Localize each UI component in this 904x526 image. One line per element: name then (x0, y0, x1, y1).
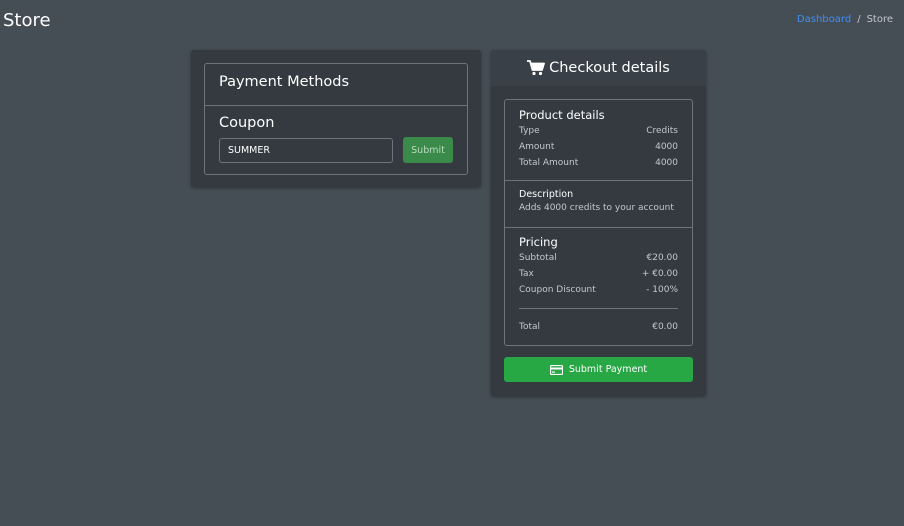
pricing-total-label: Total (519, 322, 541, 332)
payment-methods-box: Payment Methods Coupon Submit (204, 63, 468, 175)
product-details-title: Product details (519, 108, 605, 122)
pricing-row-total: Total €0.00 (519, 319, 678, 335)
pricing-row-label: Subtotal (519, 253, 557, 263)
page-title: Store (3, 10, 51, 31)
pricing-title: Pricing (519, 235, 558, 249)
pricing-total-value: €0.00 (652, 322, 678, 332)
checkout-details-card: Checkout details Product details Type Cr… (491, 50, 706, 396)
breadcrumb-separator: / (857, 14, 861, 25)
product-row-label: Amount (519, 142, 555, 152)
pricing-divider (519, 308, 678, 309)
description-text: Adds 4000 credits to your account (519, 203, 674, 213)
pricing-row-subtotal: Subtotal €20.00 (519, 250, 678, 266)
product-row-amount: Amount 4000 (519, 139, 678, 155)
pricing-row-value: €20.00 (646, 253, 679, 263)
submit-payment-button[interactable]: Submit Payment (504, 357, 693, 382)
page-header: Store Dashboard / Store (0, 0, 904, 46)
description-title: Description (519, 189, 574, 200)
credit-card-icon (549, 364, 563, 375)
breadcrumb: Dashboard / Store (797, 14, 893, 25)
product-details-section: Product details Type Credits Amount 4000… (505, 100, 692, 181)
checkout-header: Checkout details (491, 50, 706, 86)
coupon-submit-button[interactable]: Submit (403, 137, 453, 163)
pricing-row-tax: Tax + €0.00 (519, 266, 678, 282)
product-row-label: Total Amount (519, 158, 579, 168)
pricing-row-label: Tax (519, 269, 534, 279)
submit-payment-label: Submit Payment (568, 364, 648, 375)
breadcrumb-current: Store (866, 14, 893, 25)
coupon-section: Coupon Submit (205, 106, 467, 163)
product-row-value: 4000 (655, 158, 678, 168)
pricing-row-value: - 100% (646, 285, 678, 295)
checkout-title: Checkout details (549, 60, 670, 76)
product-row-value: 4000 (655, 142, 678, 152)
pricing-section: Pricing Subtotal €20.00 Tax + €0.00 Coup… (505, 228, 692, 335)
pricing-row-coupon-discount: Coupon Discount - 100% (519, 282, 678, 298)
product-row-total-amount: Total Amount 4000 (519, 155, 678, 171)
payment-methods-card: Payment Methods Coupon Submit (191, 50, 481, 187)
pricing-row-value: + €0.00 (641, 269, 678, 279)
product-row-type: Type Credits (519, 123, 678, 139)
coupon-row: Submit (219, 137, 453, 163)
product-row-value: Credits (646, 126, 678, 136)
payment-methods-title: Payment Methods (205, 64, 467, 106)
shopping-cart-icon (527, 60, 546, 76)
pricing-row-label: Coupon Discount (519, 285, 596, 295)
coupon-label: Coupon (219, 115, 275, 131)
breadcrumb-dashboard-link[interactable]: Dashboard (797, 14, 851, 25)
product-row-label: Type (519, 126, 540, 136)
checkout-details-box: Product details Type Credits Amount 4000… (504, 99, 693, 346)
description-section: Description Adds 4000 credits to your ac… (505, 181, 692, 228)
coupon-input[interactable] (219, 137, 393, 163)
